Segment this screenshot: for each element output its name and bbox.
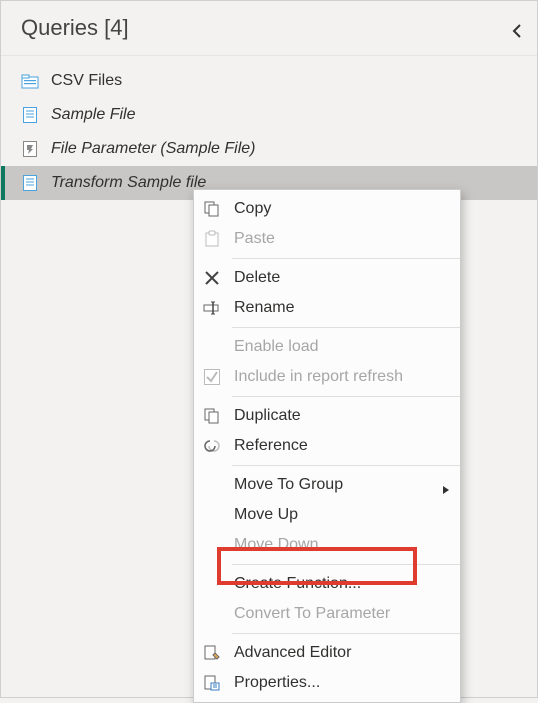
menu-label: Reference	[234, 437, 450, 455]
blank-icon	[202, 505, 222, 525]
menu-separator	[232, 564, 460, 565]
panel-title: Queries [4]	[21, 15, 509, 41]
menu-enable-load: Enable load	[194, 332, 460, 362]
query-label: Transform Sample file	[51, 174, 206, 192]
menu-copy[interactable]: Copy	[194, 194, 460, 224]
query-label: Sample File	[51, 106, 135, 124]
paste-icon	[202, 229, 222, 249]
blank-icon	[202, 574, 222, 594]
menu-duplicate[interactable]: Duplicate	[194, 401, 460, 431]
advanced-editor-icon	[202, 643, 222, 663]
menu-include-refresh: Include in report refresh	[194, 362, 460, 392]
menu-create-function[interactable]: Create Function...	[194, 569, 460, 599]
menu-label: Paste	[234, 230, 450, 248]
menu-advanced-editor[interactable]: Advanced Editor	[194, 638, 460, 668]
menu-label: Move To Group	[234, 476, 430, 494]
blank-icon	[202, 604, 222, 624]
menu-reference[interactable]: Reference	[194, 431, 460, 461]
rename-icon	[202, 298, 222, 318]
panel-header: Queries [4]	[1, 1, 537, 56]
folder-icon	[21, 72, 39, 90]
menu-label: Properties...	[234, 674, 450, 692]
menu-separator	[232, 465, 460, 466]
document-icon	[21, 174, 39, 192]
blank-icon	[202, 475, 222, 495]
queries-panel: Queries [4] CSV Files	[0, 0, 538, 698]
menu-move-down: Move Down	[194, 530, 460, 560]
menu-properties[interactable]: Properties...	[194, 668, 460, 698]
menu-label: Include in report refresh	[234, 368, 450, 386]
menu-label: Delete	[234, 269, 450, 287]
menu-move-up[interactable]: Move Up	[194, 500, 460, 530]
menu-convert-to-parameter: Convert To Parameter	[194, 599, 460, 629]
collapse-icon[interactable]	[509, 19, 527, 37]
menu-label: Advanced Editor	[234, 644, 450, 662]
blank-icon	[202, 337, 222, 357]
menu-label: Create Function...	[234, 575, 450, 593]
menu-separator	[232, 633, 460, 634]
delete-icon	[202, 268, 222, 288]
menu-label: Enable load	[234, 338, 450, 356]
query-item-file-parameter[interactable]: File Parameter (Sample File)	[1, 132, 537, 166]
blank-icon	[202, 535, 222, 555]
submenu-arrow-icon	[442, 481, 450, 489]
menu-separator	[232, 258, 460, 259]
menu-label: Copy	[234, 200, 450, 218]
query-item-csv-files[interactable]: CSV Files	[1, 64, 537, 98]
duplicate-icon	[202, 406, 222, 426]
menu-separator	[232, 327, 460, 328]
menu-label: Move Up	[234, 506, 450, 524]
copy-icon	[202, 199, 222, 219]
menu-paste: Paste	[194, 224, 460, 254]
menu-label: Rename	[234, 299, 450, 317]
properties-icon	[202, 673, 222, 693]
menu-rename[interactable]: Rename	[194, 293, 460, 323]
menu-separator	[232, 396, 460, 397]
menu-label: Convert To Parameter	[234, 605, 450, 623]
query-label: File Parameter (Sample File)	[51, 140, 256, 158]
reference-icon	[202, 436, 222, 456]
menu-label: Move Down	[234, 536, 450, 554]
context-menu: Copy Paste Delete	[193, 189, 461, 703]
document-icon	[21, 106, 39, 124]
parameter-icon	[21, 140, 39, 158]
queries-list: CSV Files Sample File File Parameter	[1, 56, 537, 208]
menu-label: Duplicate	[234, 407, 450, 425]
query-item-sample-file[interactable]: Sample File	[1, 98, 537, 132]
menu-delete[interactable]: Delete	[194, 263, 460, 293]
checkbox-checked-icon	[202, 367, 222, 387]
query-label: CSV Files	[51, 72, 122, 90]
menu-move-to-group[interactable]: Move To Group	[194, 470, 460, 500]
